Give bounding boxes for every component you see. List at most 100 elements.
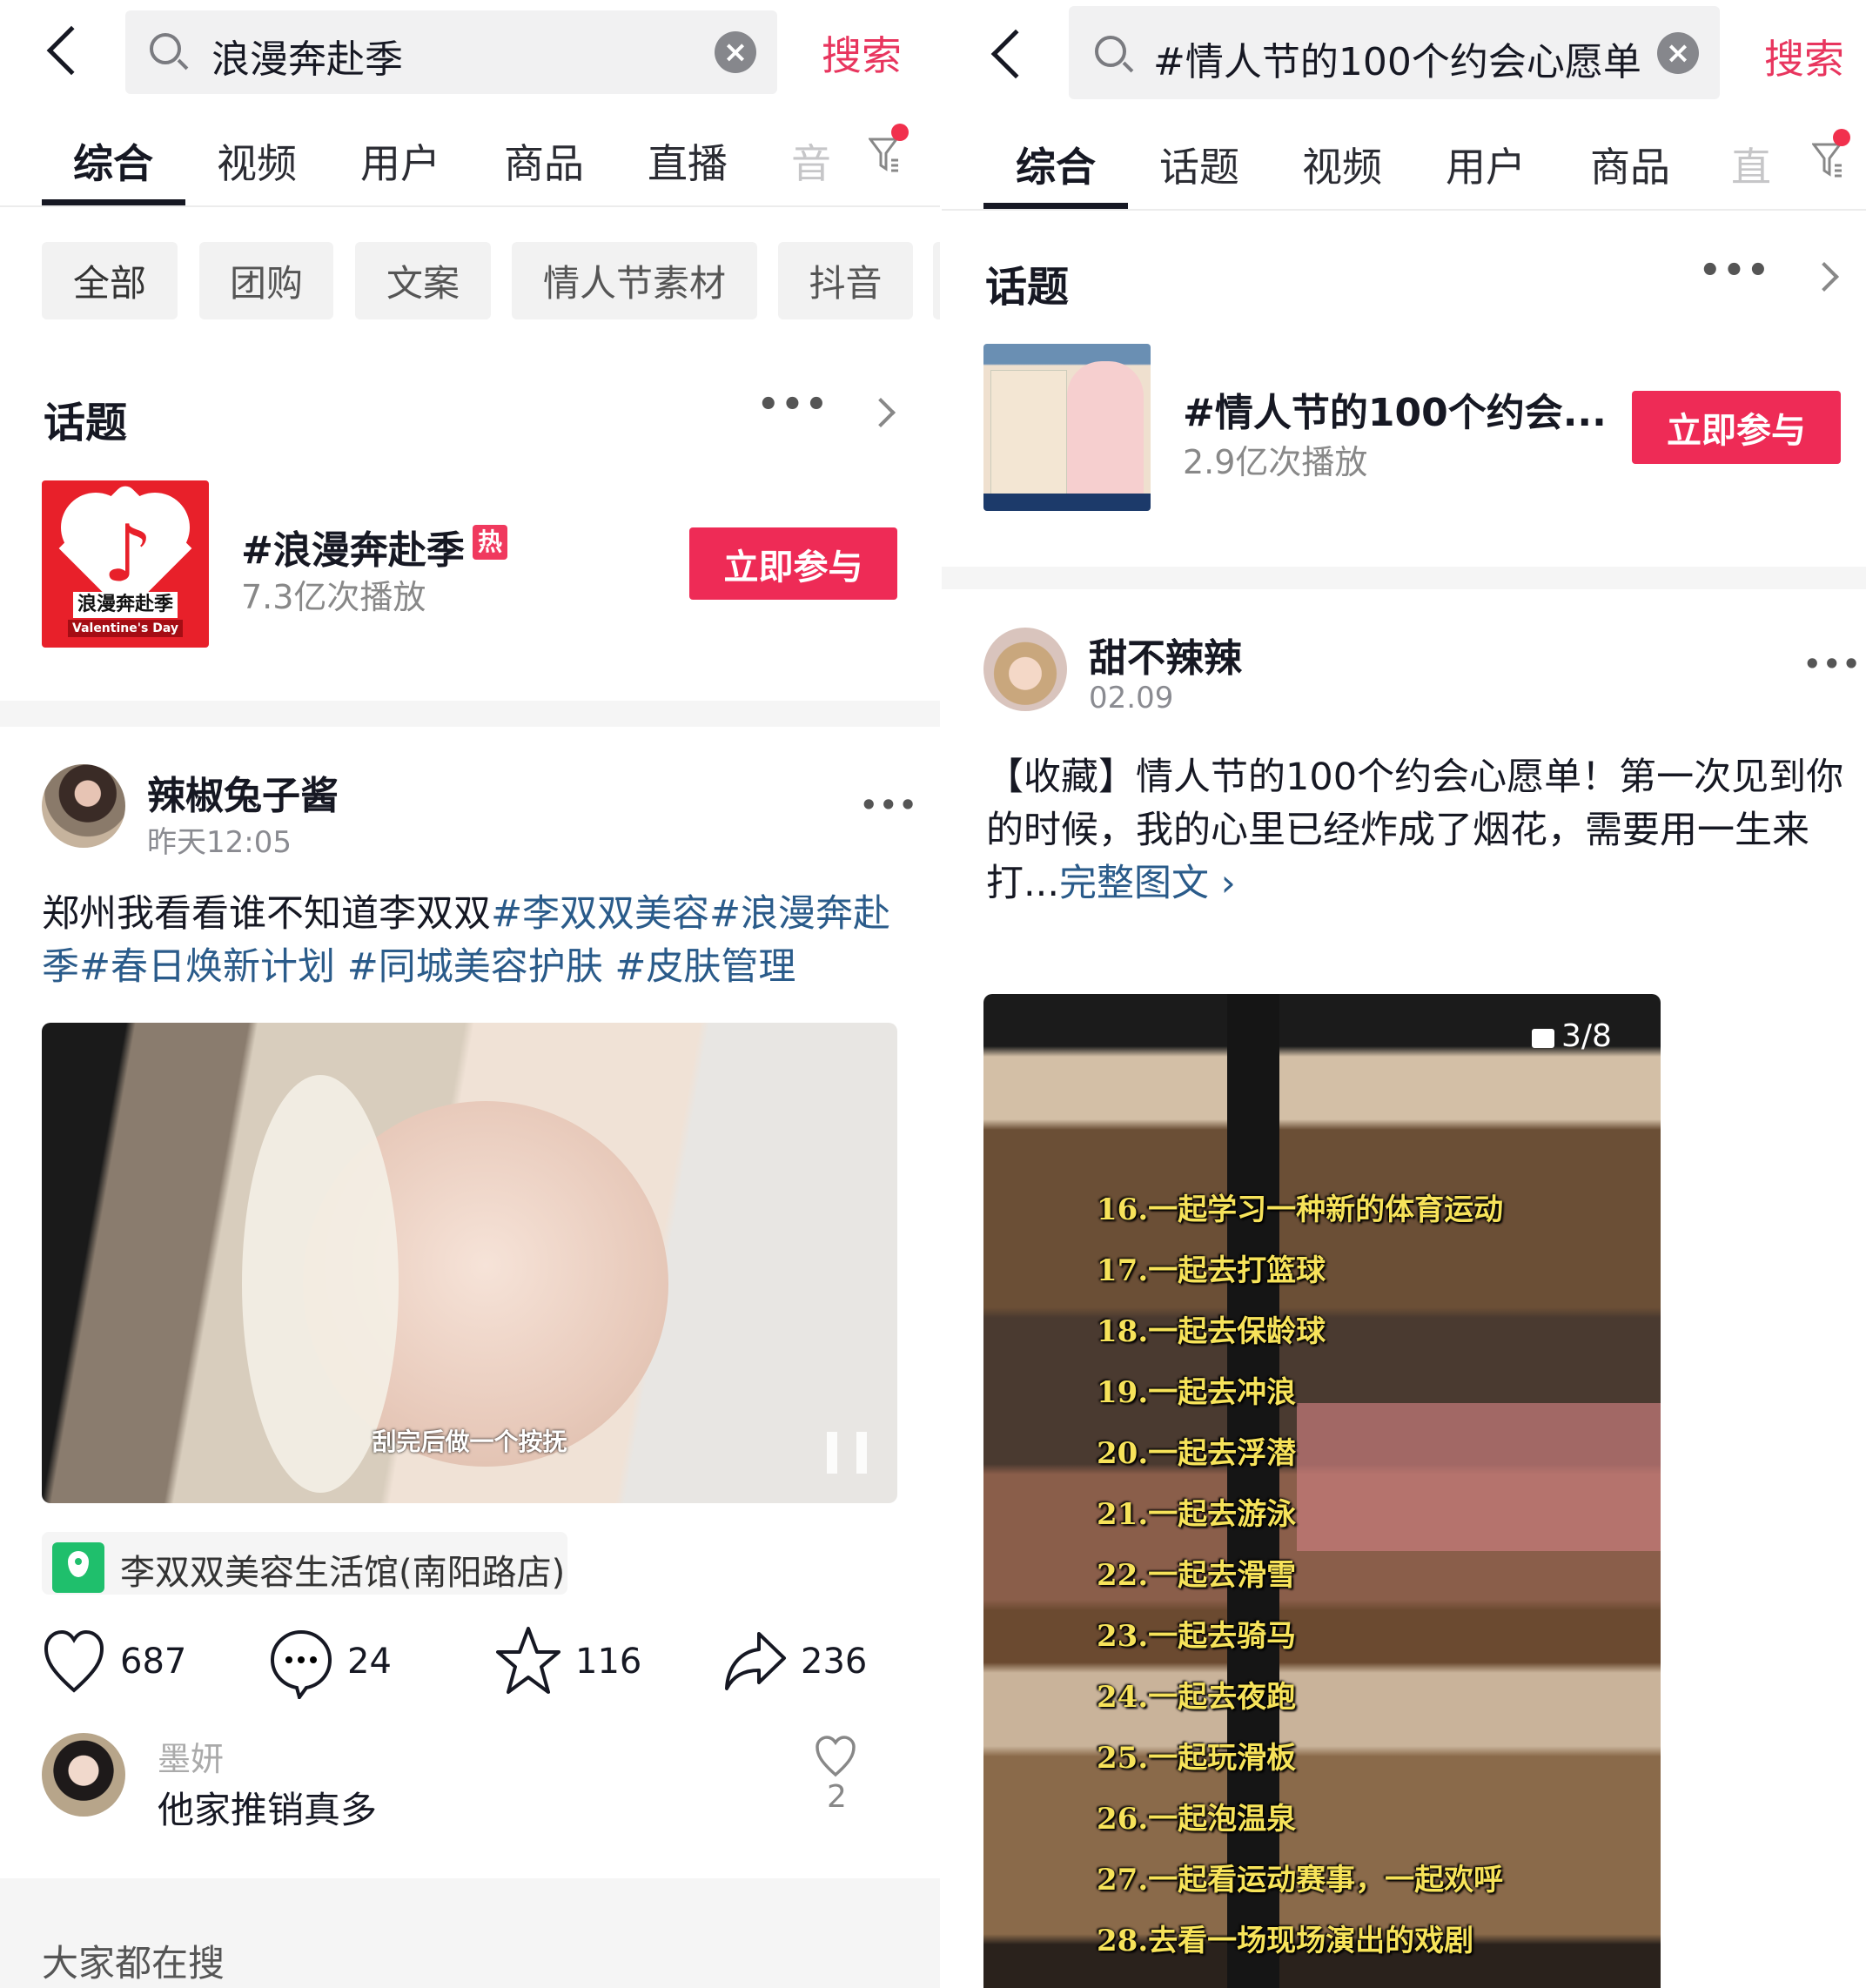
favorite-star-icon[interactable] bbox=[496, 1626, 560, 1696]
tab-users[interactable]: 用户 bbox=[1446, 136, 1526, 193]
tab-music[interactable]: 音 bbox=[791, 132, 831, 190]
overlay-list-item: 28.去看一场现场演出的戏剧 bbox=[1097, 1924, 1474, 1958]
tab-users[interactable]: 用户 bbox=[360, 132, 440, 190]
comment-like-icon[interactable] bbox=[815, 1735, 856, 1778]
hot-badge: 热 bbox=[473, 525, 507, 560]
search-input[interactable]: 浪漫奔赴季 × bbox=[125, 10, 777, 94]
search-icon bbox=[1095, 36, 1126, 67]
section-separator bbox=[0, 701, 940, 727]
back-arrow-icon[interactable] bbox=[46, 25, 97, 76]
topic-title[interactable]: #情人节的100个约会... bbox=[1183, 381, 1607, 437]
author-name[interactable]: 辣椒兔子酱 bbox=[147, 764, 339, 820]
comment-like-count: 2 bbox=[827, 1779, 847, 1815]
image-carousel[interactable]: 3/8 16.一起学习一种新的体育运动 17.一起去打篮球 18.一起去保龄球 19.… bbox=[983, 994, 1661, 1988]
overlay-list-item: 19.一起去冲浪 bbox=[1097, 1375, 1297, 1410]
tabs-divider bbox=[942, 209, 1866, 211]
logo-note: ♪ bbox=[103, 508, 153, 600]
search-icon bbox=[150, 33, 181, 64]
search-button[interactable]: 搜索 bbox=[822, 24, 902, 82]
clear-icon[interactable]: × bbox=[1657, 32, 1699, 74]
gallery-icon bbox=[1532, 1029, 1554, 1048]
tab-video[interactable]: 视频 bbox=[217, 132, 297, 190]
topic-thumbnail[interactable]: ♪ 浪漫奔赴季 Valentine's Day bbox=[42, 480, 209, 648]
post-more-icon[interactable]: ••• bbox=[860, 789, 918, 822]
video-player[interactable]: 刮完后做一个按抚 bbox=[42, 1023, 897, 1503]
join-topic-button[interactable]: 立即参与 bbox=[1632, 391, 1841, 464]
join-topic-button[interactable]: 立即参与 bbox=[689, 527, 897, 600]
chevron-right-icon[interactable] bbox=[1809, 262, 1839, 292]
comment-count: 24 bbox=[347, 1642, 392, 1682]
search-input[interactable]: #情人节的100个约会心愿单 × bbox=[1069, 6, 1720, 99]
tab-topics[interactable]: 话题 bbox=[1159, 136, 1239, 193]
more-icon[interactable]: ••• bbox=[757, 385, 829, 425]
thumb-logo-text: 浪漫奔赴季 bbox=[73, 592, 178, 618]
chip-all[interactable]: 全部 bbox=[42, 242, 178, 319]
pink-wall bbox=[1297, 1403, 1661, 1551]
full-post-link-label: 完整图文 bbox=[1059, 862, 1210, 905]
tab-products[interactable]: 商品 bbox=[504, 132, 584, 190]
overlay-list-item: 23.一起去骑马 bbox=[1097, 1619, 1297, 1654]
chip-group-buy[interactable]: 团购 bbox=[199, 242, 333, 319]
more-icon[interactable]: ••• bbox=[1699, 251, 1771, 291]
topic-views: 2.9亿次播放 bbox=[1183, 443, 1368, 481]
overlay-list-item: 25.一起玩滑板 bbox=[1097, 1741, 1297, 1776]
filter-icon[interactable] bbox=[869, 136, 902, 174]
tab-video[interactable]: 视频 bbox=[1302, 136, 1382, 193]
image-counter-text: 3/8 bbox=[1561, 1018, 1612, 1054]
author-name[interactable]: 甜不辣辣 bbox=[1089, 627, 1242, 682]
topic-section-title: 话题 bbox=[985, 263, 1070, 312]
share-arrow-icon[interactable] bbox=[724, 1631, 787, 1692]
commenter-avatar[interactable] bbox=[42, 1733, 125, 1817]
filter-icon[interactable] bbox=[1812, 141, 1845, 179]
commenter-name[interactable]: 墨妍 bbox=[158, 1732, 224, 1780]
like-count: 687 bbox=[120, 1642, 187, 1682]
video-caption: 刮完后做一个按抚 bbox=[372, 1427, 567, 1456]
full-post-link[interactable]: 完整图文 › bbox=[1059, 862, 1236, 905]
post-date: 02.09 bbox=[1089, 681, 1174, 715]
post-more-icon[interactable]: ••• bbox=[1803, 648, 1862, 681]
topic-thumbnail[interactable] bbox=[983, 344, 1151, 511]
topic-title[interactable]: #浪漫奔赴季 bbox=[241, 519, 465, 574]
overlay-list-item: 20.一起去浮潜 bbox=[1097, 1436, 1297, 1471]
tab-all[interactable]: 综合 bbox=[1016, 136, 1096, 193]
clear-icon[interactable]: × bbox=[715, 31, 756, 73]
active-tab-underline bbox=[42, 199, 185, 205]
like-heart-icon[interactable] bbox=[44, 1629, 104, 1696]
chip-valentine-material[interactable]: 情人节素材 bbox=[512, 242, 757, 319]
section-separator bbox=[942, 567, 1866, 589]
chevron-right-icon[interactable] bbox=[866, 398, 896, 427]
overlay-list-item: 26.一起泡温泉 bbox=[1097, 1802, 1297, 1837]
overlay-list-item: 24.一起去夜跑 bbox=[1097, 1680, 1297, 1715]
post-text: 【收藏】情人节的100个约会心愿单！第一次见到你的时候，我的心里已经炸成了烟花，… bbox=[986, 751, 1848, 910]
search-query: 浪漫奔赴季 bbox=[211, 37, 403, 82]
overlay-list-item: 16.一起学习一种新的体育运动 bbox=[1097, 1192, 1504, 1227]
tab-live[interactable]: 直播 bbox=[648, 132, 728, 190]
pause-icon[interactable] bbox=[827, 1432, 867, 1474]
right-screen: #情人节的100个约会心愿单 × 搜索 综合 话题 视频 用户 商品 直 话题 … bbox=[942, 0, 1866, 1988]
post-text-plain: 郑州我看看谁不知道李双双 bbox=[42, 892, 491, 936]
chip-copywriting[interactable]: 文案 bbox=[355, 242, 491, 319]
favorite-count: 116 bbox=[575, 1642, 642, 1682]
author-avatar[interactable] bbox=[983, 628, 1067, 711]
topic-views: 7.3亿次播放 bbox=[241, 578, 426, 616]
chip-douyin[interactable]: 抖音 bbox=[778, 242, 913, 319]
search-query: #情人节的100个约会心愿单 bbox=[1153, 40, 1641, 84]
location-name: 李双双美容生活馆(南阳路店) bbox=[120, 1553, 566, 1593]
comment-text: 他家推销真多 bbox=[158, 1789, 378, 1831]
author-avatar[interactable] bbox=[42, 764, 125, 848]
overlay-list-item: 18.一起去保龄球 bbox=[1097, 1314, 1326, 1349]
overlay-list-item: 22.一起去滑雪 bbox=[1097, 1558, 1297, 1593]
tab-live[interactable]: 直 bbox=[1731, 136, 1771, 193]
comment-icon[interactable] bbox=[270, 1629, 332, 1699]
tab-all[interactable]: 综合 bbox=[73, 132, 153, 190]
location-tag[interactable]: 李双双美容生活馆(南阳路店) bbox=[42, 1532, 567, 1595]
active-tab-underline bbox=[983, 203, 1128, 209]
back-arrow-icon[interactable] bbox=[990, 29, 1041, 79]
overlay-list-item: 17.一起去打篮球 bbox=[1097, 1253, 1326, 1288]
notification-dot bbox=[1833, 129, 1850, 146]
chip-more[interactable] bbox=[933, 242, 940, 319]
search-button[interactable]: 搜索 bbox=[1764, 28, 1844, 85]
tab-products[interactable]: 商品 bbox=[1590, 136, 1670, 193]
trending-searches-title: 大家都在搜 bbox=[42, 1942, 225, 1985]
left-screen: 浪漫奔赴季 × 搜索 综合 视频 用户 商品 直播 音 全部 团购 文案 情人节… bbox=[0, 0, 940, 1988]
